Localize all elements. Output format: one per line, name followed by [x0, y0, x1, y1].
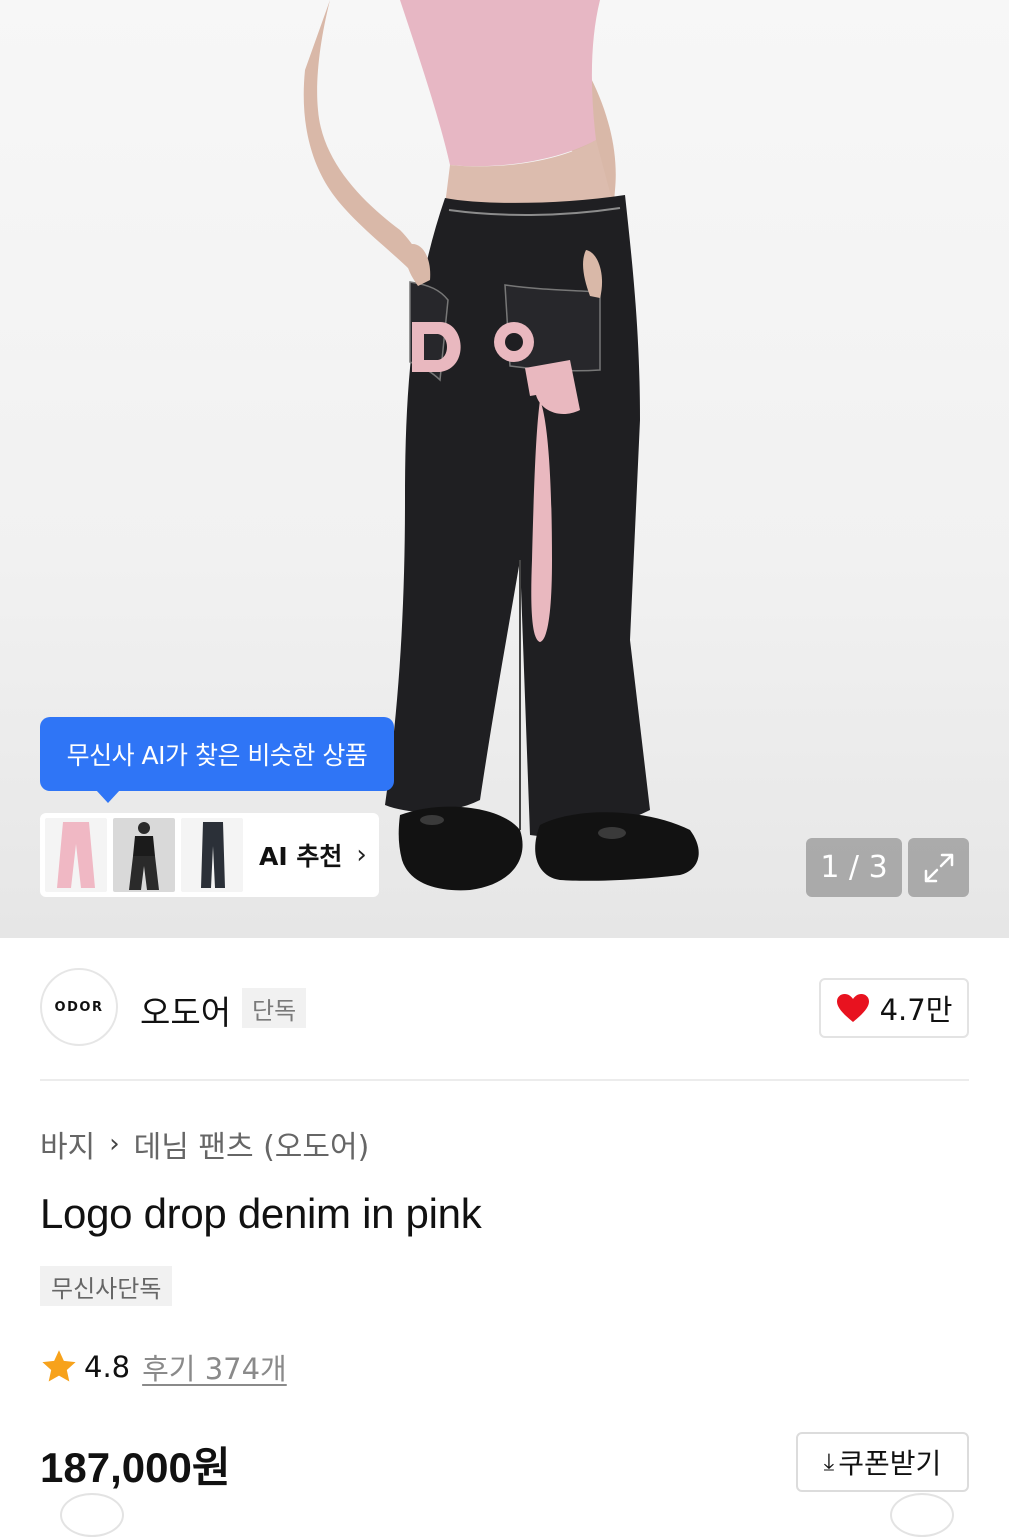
- heart-icon: [836, 994, 869, 1022]
- ai-recommend-thumb-pink-pants[interactable]: [45, 818, 107, 892]
- ai-similar-tooltip[interactable]: 무신사 AI가 찾은 비슷한 상품: [40, 717, 394, 803]
- brand-logo[interactable]: ODOR: [40, 968, 118, 1046]
- product-tag-text: 무신사단독: [51, 1274, 162, 1303]
- product-price: 187,000원: [40, 1444, 231, 1491]
- fullscreen-button[interactable]: [908, 838, 969, 897]
- coupon-button[interactable]: ⤓ 쿠폰받기: [796, 1432, 969, 1492]
- ai-recommend-link[interactable]: AI 추천 ›: [259, 837, 367, 873]
- like-button[interactable]: 4.7만: [819, 978, 969, 1038]
- breadcrumb-item-pants[interactable]: 바지: [40, 1122, 95, 1166]
- expand-icon: [924, 853, 953, 882]
- download-icon: ⤓: [823, 1448, 835, 1476]
- brand-name[interactable]: 오도어: [140, 986, 231, 1034]
- review-count-link[interactable]: 후기 374개: [142, 1346, 287, 1388]
- rating-summary: 4.8 후기 374개: [40, 1346, 287, 1388]
- ai-recommend-label: AI 추천: [259, 842, 343, 871]
- ai-similar-tooltip-text: 무신사 AI가 찾은 비슷한 상품: [66, 741, 368, 770]
- ai-recommend-card[interactable]: AI 추천 ›: [40, 813, 379, 897]
- product-image-gallery[interactable]: 무신사 AI가 찾은 비슷한 상품 AI 추천 › 1 / 3: [0, 0, 1009, 938]
- brand-logo-text: ODOR: [54, 999, 104, 1015]
- product-tag: 무신사단독: [40, 1266, 173, 1306]
- rating-score: 4.8: [84, 1350, 131, 1384]
- ai-recommend-thumb-black-outfit[interactable]: [113, 818, 175, 892]
- breadcrumb: 바지 › 데님 팬츠 (오도어): [40, 1122, 369, 1166]
- like-count: 4.7만: [879, 993, 953, 1027]
- star-icon: [42, 1350, 76, 1382]
- section-divider: [40, 1079, 969, 1081]
- chevron-right-icon: ›: [109, 1129, 120, 1159]
- ai-recommend-thumb-denim[interactable]: [181, 818, 243, 892]
- product-photo: [303, 0, 699, 891]
- product-title: Logo drop denim in pink: [40, 1190, 482, 1237]
- exclusive-badge: 단독: [242, 988, 307, 1028]
- breadcrumb-item-denim[interactable]: 데님 팬츠 (오도어): [134, 1122, 370, 1166]
- image-counter: 1 / 3: [806, 838, 902, 897]
- chevron-right-icon: ›: [356, 840, 367, 870]
- coupon-label: 쿠폰받기: [838, 1447, 942, 1480]
- exclusive-badge-text: 단독: [252, 996, 297, 1025]
- image-counter-text: 1 / 3: [820, 850, 888, 885]
